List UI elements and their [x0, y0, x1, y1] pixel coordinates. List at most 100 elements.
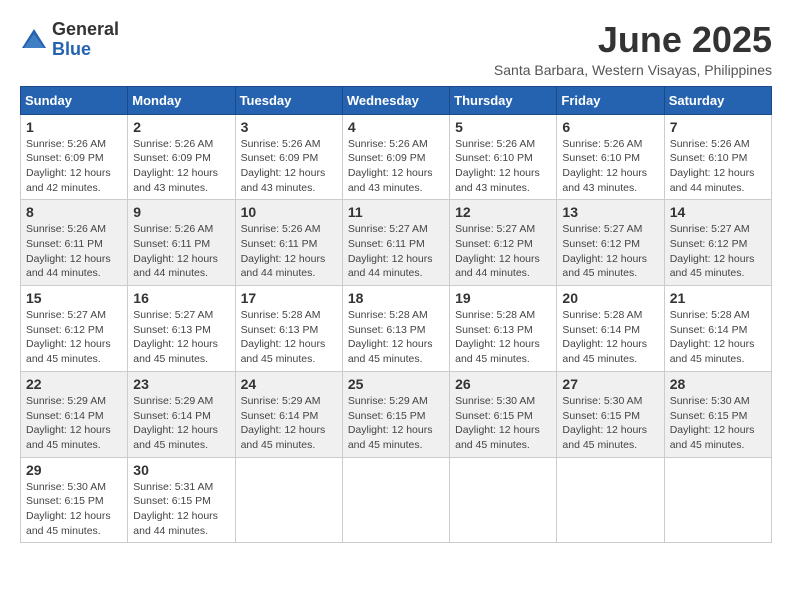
week-row-4: 22 Sunrise: 5:29 AM Sunset: 6:14 PM Dayl…: [21, 371, 772, 457]
title-block: June 2025 Santa Barbara, Western Visayas…: [494, 20, 772, 78]
day-number: 23: [133, 376, 229, 392]
table-cell: 14 Sunrise: 5:27 AM Sunset: 6:12 PM Dayl…: [664, 200, 771, 286]
table-cell: 19 Sunrise: 5:28 AM Sunset: 6:13 PM Dayl…: [450, 286, 557, 372]
day-detail: Sunrise: 5:31 AM Sunset: 6:15 PM Dayligh…: [133, 480, 229, 539]
table-cell: 8 Sunrise: 5:26 AM Sunset: 6:11 PM Dayli…: [21, 200, 128, 286]
week-row-2: 8 Sunrise: 5:26 AM Sunset: 6:11 PM Dayli…: [21, 200, 772, 286]
month-year-title: June 2025: [494, 20, 772, 60]
table-cell: 3 Sunrise: 5:26 AM Sunset: 6:09 PM Dayli…: [235, 114, 342, 200]
table-cell: 4 Sunrise: 5:26 AM Sunset: 6:09 PM Dayli…: [342, 114, 449, 200]
day-detail: Sunrise: 5:30 AM Sunset: 6:15 PM Dayligh…: [670, 394, 766, 453]
day-detail: Sunrise: 5:27 AM Sunset: 6:12 PM Dayligh…: [670, 222, 766, 281]
day-number: 30: [133, 462, 229, 478]
day-number: 27: [562, 376, 658, 392]
day-number: 19: [455, 290, 551, 306]
day-detail: Sunrise: 5:26 AM Sunset: 6:09 PM Dayligh…: [133, 137, 229, 196]
col-saturday: Saturday: [664, 86, 771, 114]
day-number: 2: [133, 119, 229, 135]
day-number: 21: [670, 290, 766, 306]
day-detail: Sunrise: 5:29 AM Sunset: 6:14 PM Dayligh…: [241, 394, 337, 453]
table-cell: [557, 457, 664, 543]
day-detail: Sunrise: 5:27 AM Sunset: 6:12 PM Dayligh…: [455, 222, 551, 281]
table-cell: 18 Sunrise: 5:28 AM Sunset: 6:13 PM Dayl…: [342, 286, 449, 372]
day-detail: Sunrise: 5:28 AM Sunset: 6:13 PM Dayligh…: [241, 308, 337, 367]
table-cell: 24 Sunrise: 5:29 AM Sunset: 6:14 PM Dayl…: [235, 371, 342, 457]
table-cell: 7 Sunrise: 5:26 AM Sunset: 6:10 PM Dayli…: [664, 114, 771, 200]
table-cell: 22 Sunrise: 5:29 AM Sunset: 6:14 PM Dayl…: [21, 371, 128, 457]
logo-blue-text: Blue: [52, 39, 91, 59]
col-thursday: Thursday: [450, 86, 557, 114]
day-detail: Sunrise: 5:26 AM Sunset: 6:09 PM Dayligh…: [241, 137, 337, 196]
col-wednesday: Wednesday: [342, 86, 449, 114]
day-number: 14: [670, 204, 766, 220]
table-cell: [235, 457, 342, 543]
day-detail: Sunrise: 5:27 AM Sunset: 6:13 PM Dayligh…: [133, 308, 229, 367]
page-container: General Blue June 2025 Santa Barbara, We…: [20, 20, 772, 543]
logo-general-text: General: [52, 19, 119, 39]
day-detail: Sunrise: 5:27 AM Sunset: 6:12 PM Dayligh…: [26, 308, 122, 367]
day-detail: Sunrise: 5:28 AM Sunset: 6:13 PM Dayligh…: [348, 308, 444, 367]
day-number: 8: [26, 204, 122, 220]
table-cell: 21 Sunrise: 5:28 AM Sunset: 6:14 PM Dayl…: [664, 286, 771, 372]
table-cell: [342, 457, 449, 543]
col-sunday: Sunday: [21, 86, 128, 114]
day-number: 11: [348, 204, 444, 220]
day-detail: Sunrise: 5:30 AM Sunset: 6:15 PM Dayligh…: [26, 480, 122, 539]
day-number: 12: [455, 204, 551, 220]
day-detail: Sunrise: 5:26 AM Sunset: 6:11 PM Dayligh…: [133, 222, 229, 281]
logo: General Blue: [20, 20, 119, 60]
day-number: 29: [26, 462, 122, 478]
table-cell: 29 Sunrise: 5:30 AM Sunset: 6:15 PM Dayl…: [21, 457, 128, 543]
day-number: 20: [562, 290, 658, 306]
day-number: 26: [455, 376, 551, 392]
day-detail: Sunrise: 5:30 AM Sunset: 6:15 PM Dayligh…: [562, 394, 658, 453]
table-cell: 13 Sunrise: 5:27 AM Sunset: 6:12 PM Dayl…: [557, 200, 664, 286]
col-friday: Friday: [557, 86, 664, 114]
day-number: 16: [133, 290, 229, 306]
day-number: 6: [562, 119, 658, 135]
logo-icon: [20, 26, 48, 54]
day-detail: Sunrise: 5:26 AM Sunset: 6:11 PM Dayligh…: [241, 222, 337, 281]
location-subtitle: Santa Barbara, Western Visayas, Philippi…: [494, 62, 772, 78]
calendar-table: Sunday Monday Tuesday Wednesday Thursday…: [20, 86, 772, 544]
table-cell: 10 Sunrise: 5:26 AM Sunset: 6:11 PM Dayl…: [235, 200, 342, 286]
day-number: 22: [26, 376, 122, 392]
day-detail: Sunrise: 5:29 AM Sunset: 6:14 PM Dayligh…: [26, 394, 122, 453]
week-row-1: 1 Sunrise: 5:26 AM Sunset: 6:09 PM Dayli…: [21, 114, 772, 200]
day-number: 4: [348, 119, 444, 135]
col-tuesday: Tuesday: [235, 86, 342, 114]
day-detail: Sunrise: 5:26 AM Sunset: 6:10 PM Dayligh…: [455, 137, 551, 196]
day-number: 25: [348, 376, 444, 392]
day-detail: Sunrise: 5:27 AM Sunset: 6:11 PM Dayligh…: [348, 222, 444, 281]
table-cell: 2 Sunrise: 5:26 AM Sunset: 6:09 PM Dayli…: [128, 114, 235, 200]
day-detail: Sunrise: 5:28 AM Sunset: 6:14 PM Dayligh…: [670, 308, 766, 367]
day-detail: Sunrise: 5:26 AM Sunset: 6:09 PM Dayligh…: [348, 137, 444, 196]
day-detail: Sunrise: 5:30 AM Sunset: 6:15 PM Dayligh…: [455, 394, 551, 453]
day-number: 28: [670, 376, 766, 392]
day-detail: Sunrise: 5:26 AM Sunset: 6:10 PM Dayligh…: [562, 137, 658, 196]
day-number: 9: [133, 204, 229, 220]
day-number: 17: [241, 290, 337, 306]
day-detail: Sunrise: 5:28 AM Sunset: 6:14 PM Dayligh…: [562, 308, 658, 367]
table-cell: 6 Sunrise: 5:26 AM Sunset: 6:10 PM Dayli…: [557, 114, 664, 200]
table-cell: 11 Sunrise: 5:27 AM Sunset: 6:11 PM Dayl…: [342, 200, 449, 286]
day-detail: Sunrise: 5:28 AM Sunset: 6:13 PM Dayligh…: [455, 308, 551, 367]
day-detail: Sunrise: 5:26 AM Sunset: 6:11 PM Dayligh…: [26, 222, 122, 281]
day-detail: Sunrise: 5:29 AM Sunset: 6:15 PM Dayligh…: [348, 394, 444, 453]
table-cell: 1 Sunrise: 5:26 AM Sunset: 6:09 PM Dayli…: [21, 114, 128, 200]
day-number: 24: [241, 376, 337, 392]
day-number: 18: [348, 290, 444, 306]
table-cell: 12 Sunrise: 5:27 AM Sunset: 6:12 PM Dayl…: [450, 200, 557, 286]
table-cell: 30 Sunrise: 5:31 AM Sunset: 6:15 PM Dayl…: [128, 457, 235, 543]
day-detail: Sunrise: 5:27 AM Sunset: 6:12 PM Dayligh…: [562, 222, 658, 281]
table-cell: 9 Sunrise: 5:26 AM Sunset: 6:11 PM Dayli…: [128, 200, 235, 286]
week-row-3: 15 Sunrise: 5:27 AM Sunset: 6:12 PM Dayl…: [21, 286, 772, 372]
day-detail: Sunrise: 5:29 AM Sunset: 6:14 PM Dayligh…: [133, 394, 229, 453]
table-cell: 23 Sunrise: 5:29 AM Sunset: 6:14 PM Dayl…: [128, 371, 235, 457]
table-cell: 5 Sunrise: 5:26 AM Sunset: 6:10 PM Dayli…: [450, 114, 557, 200]
table-cell: 27 Sunrise: 5:30 AM Sunset: 6:15 PM Dayl…: [557, 371, 664, 457]
calendar-header-row: Sunday Monday Tuesday Wednesday Thursday…: [21, 86, 772, 114]
day-number: 15: [26, 290, 122, 306]
day-detail: Sunrise: 5:26 AM Sunset: 6:10 PM Dayligh…: [670, 137, 766, 196]
day-number: 5: [455, 119, 551, 135]
